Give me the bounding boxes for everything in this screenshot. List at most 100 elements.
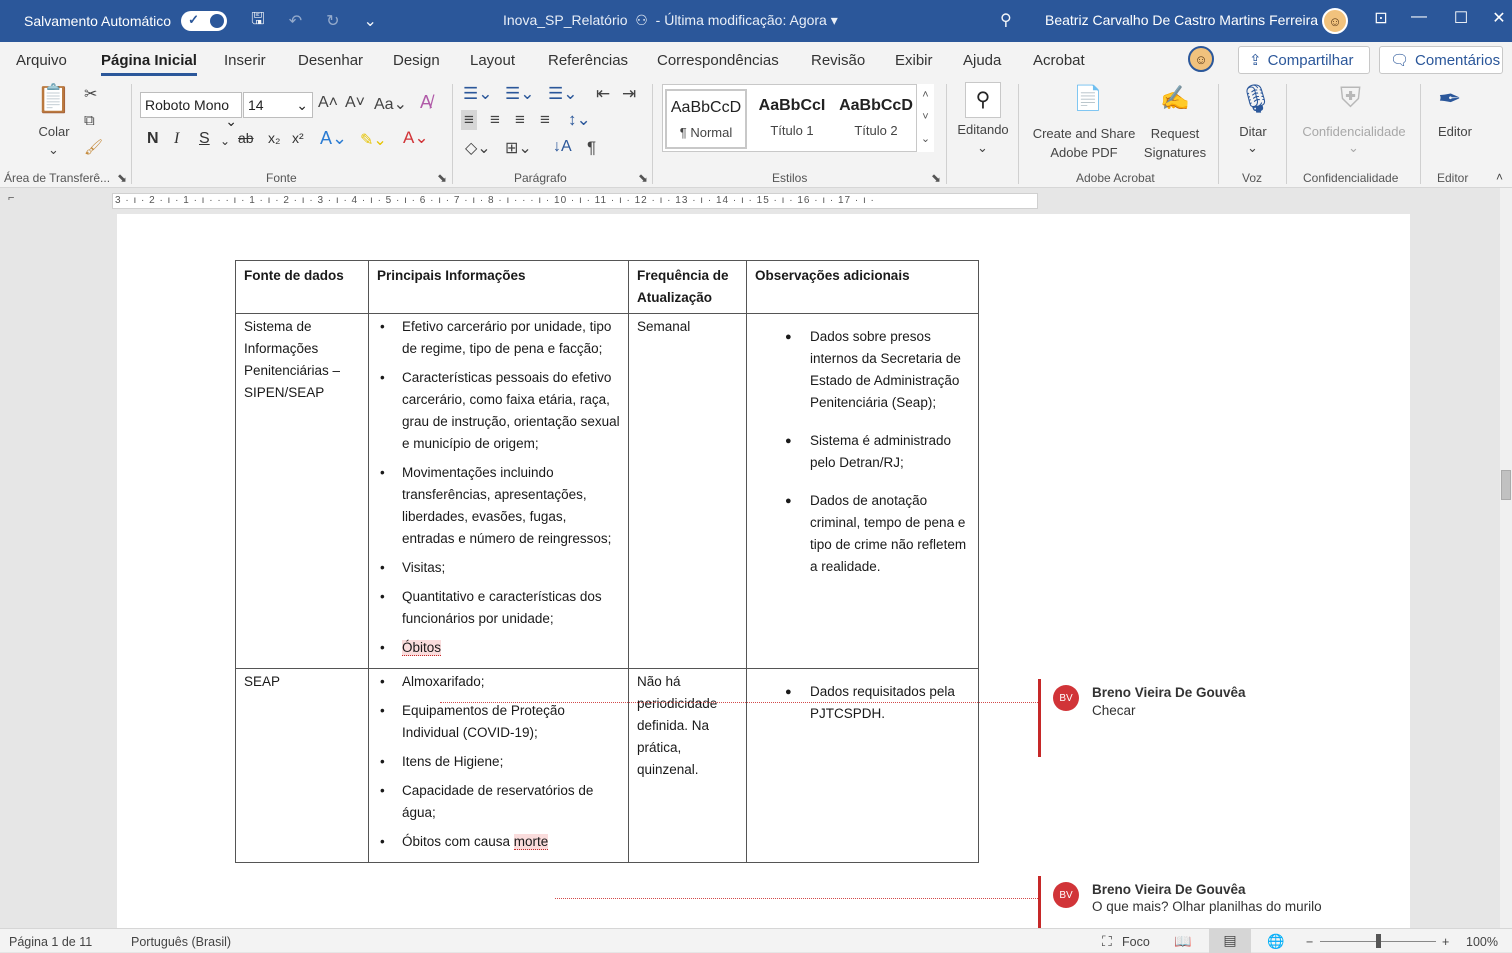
paragraph-launcher-icon[interactable]: ⬊ — [638, 171, 648, 185]
underline-icon[interactable]: S — [199, 130, 210, 148]
change-case-icon[interactable]: Aa⌄ — [374, 94, 407, 114]
line-spacing-icon[interactable]: ↕⌄ — [568, 110, 591, 130]
paste-icon[interactable]: 📋 — [36, 82, 71, 115]
align-center-icon[interactable]: ≡ — [490, 110, 500, 130]
read-mode-icon[interactable]: 📖 — [1174, 933, 1191, 950]
print-layout-icon[interactable]: ▤ — [1209, 929, 1251, 953]
cut-icon[interactable]: ✂ — [84, 84, 97, 104]
shading-icon[interactable]: ◇⌄ — [465, 138, 491, 158]
zoom-slider-thumb[interactable] — [1376, 934, 1381, 948]
paste-button[interactable]: Colar — [36, 124, 72, 139]
text-effects-icon[interactable]: A⌄ — [320, 128, 347, 149]
zoom-level[interactable]: 100% — [1466, 935, 1498, 949]
chevron-down-icon[interactable]: ⌄ — [977, 140, 988, 156]
font-color-icon[interactable]: A⌄ — [403, 128, 429, 148]
tab-correspondencias[interactable]: Correspondências — [657, 52, 779, 69]
table-cell[interactable]: Dados requisitados pela PJTCSPDH. — [746, 668, 979, 863]
editing-button[interactable]: Editando — [951, 122, 1015, 137]
table-cell[interactable]: Almoxarifado; Equipamentos de Proteção I… — [368, 668, 629, 863]
collapse-ribbon-icon[interactable]: ˄ — [1496, 170, 1503, 184]
page-count[interactable]: Página 1 de 11 — [9, 935, 92, 949]
web-layout-icon[interactable]: 🌐 — [1267, 933, 1284, 950]
comment-card[interactable]: BV Breno Vieira De Gouvêa Checar — [1038, 679, 1410, 757]
justify-icon[interactable]: ≡ — [540, 110, 550, 130]
focus-button[interactable]: Foco — [1122, 935, 1150, 949]
user-name[interactable]: Beatriz Carvalho De Castro Martins Ferre… — [1045, 12, 1318, 28]
dictate-button[interactable]: Ditar — [1234, 124, 1272, 139]
tab-referencias[interactable]: Referências — [548, 52, 628, 69]
increase-indent-icon[interactable]: ⇥ — [622, 84, 636, 104]
find-icon[interactable]: ⚲ — [965, 82, 1001, 118]
focus-icon[interactable]: ⛶ — [1102, 933, 1112, 950]
maximize-icon[interactable]: ☐ — [1446, 8, 1476, 28]
tab-ajuda[interactable]: Ajuda — [963, 52, 1001, 69]
chevron-down-icon[interactable]: ⌄ — [1247, 140, 1258, 156]
customize-toolbar-icon[interactable]: ⌄ — [364, 11, 377, 31]
language-indicator[interactable]: Português (Brasil) — [131, 935, 231, 949]
chevron-down-icon[interactable]: ⌄ — [220, 134, 230, 148]
tab-layout[interactable]: Layout — [470, 52, 515, 69]
tab-pagina-inicial[interactable]: Página Inicial — [101, 52, 197, 76]
table-cell[interactable]: Semanal — [628, 313, 747, 669]
editor-icon[interactable]: ✒ — [1438, 82, 1461, 115]
tab-acrobat[interactable]: Acrobat — [1033, 52, 1085, 69]
sort-icon[interactable]: ↓A — [553, 138, 572, 156]
numbering-icon[interactable]: ☰⌄ — [505, 84, 534, 104]
tab-design[interactable]: Design — [393, 52, 440, 69]
tab-selector-icon[interactable]: ⌐ — [8, 192, 14, 204]
request-signatures-button[interactable]: Request Signatures — [1142, 124, 1208, 162]
scrollbar-thumb[interactable] — [1501, 470, 1511, 500]
undo-icon[interactable]: ↶ — [289, 11, 302, 31]
ribbon-display-icon[interactable]: ⊡ — [1366, 8, 1396, 28]
font-launcher-icon[interactable]: ⬊ — [437, 171, 447, 185]
show-marks-icon[interactable]: ¶ — [587, 138, 596, 158]
page[interactable]: Fonte de dados Principais Informações Fr… — [117, 214, 1038, 928]
minimize-icon[interactable]: — — [1404, 8, 1434, 26]
styles-scroll[interactable]: ˄ ˅ ⌄ — [916, 84, 934, 152]
tab-desenhar[interactable]: Desenhar — [298, 52, 363, 69]
editor-button[interactable]: Editor — [1432, 124, 1478, 139]
styles-launcher-icon[interactable]: ⬊ — [931, 171, 941, 185]
user-avatar[interactable]: ☺ — [1322, 8, 1348, 34]
copy-icon[interactable]: ⧉ — [84, 112, 95, 129]
bold-icon[interactable]: N — [147, 130, 159, 148]
italic-icon[interactable]: I — [174, 130, 179, 148]
align-right-icon[interactable]: ≡ — [515, 110, 525, 130]
clear-formatting-icon[interactable]: A̸ — [420, 92, 432, 113]
commented-text[interactable]: morte — [513, 834, 549, 850]
font-size-select[interactable]: 14 ⌄ — [243, 92, 313, 118]
document-title-area[interactable]: Inova_SP_Relatório ⚇ - Última modificaçã… — [503, 12, 838, 29]
style-normal[interactable]: AaBbCcD ¶ Normal — [665, 89, 747, 149]
data-table[interactable]: Fonte de dados Principais Informações Fr… — [235, 260, 979, 863]
borders-icon[interactable]: ⊞⌄ — [505, 138, 532, 158]
grow-font-icon[interactable]: A˄ — [318, 94, 338, 112]
bullets-icon[interactable]: ☰⌄ — [463, 84, 492, 104]
commented-text[interactable]: Óbitos — [402, 640, 442, 656]
table-cell[interactable]: Efetivo carcerário por unidade, tipo de … — [368, 313, 629, 669]
style-titulo-2[interactable]: AaBbCcD Título 2 — [835, 89, 917, 149]
highlight-color-icon[interactable]: ✎⌄ — [360, 130, 387, 150]
comments-button[interactable]: 🗨 Comentários — [1379, 46, 1503, 74]
comment-card[interactable]: BV Breno Vieira De Gouvêa O que mais? Ol… — [1038, 876, 1410, 928]
font-name-select[interactable]: Roboto Mono ⌄ — [140, 92, 242, 129]
clipboard-launcher-icon[interactable]: ⬊ — [117, 171, 127, 185]
tab-arquivo[interactable]: Arquivo — [16, 52, 67, 69]
autosave-toggle[interactable]: ✓ — [181, 11, 228, 31]
table-cell[interactable]: Sistema de Informações Penitenciárias – … — [235, 313, 369, 669]
coauthor-avatar[interactable]: ☺ — [1188, 46, 1214, 72]
confidentiality-button[interactable]: Confidencialidade — [1294, 124, 1414, 139]
subscript-icon[interactable]: x₂ — [268, 130, 280, 146]
superscript-icon[interactable]: x² — [292, 130, 304, 146]
microphone-icon[interactable]: 🎙 — [1238, 82, 1274, 115]
strikethrough-icon[interactable]: ab — [238, 130, 254, 146]
redo-icon[interactable]: ↻ — [326, 11, 339, 31]
paste-chevron-icon[interactable]: ⌄ — [48, 142, 59, 158]
save-icon[interactable]: 🖫 — [251, 8, 265, 35]
table-cell[interactable]: Não há periodicidade definida. Na prátic… — [628, 668, 747, 863]
create-pdf-button[interactable]: Create and Share Adobe PDF — [1026, 124, 1142, 162]
shrink-font-icon[interactable]: A˅ — [345, 94, 365, 112]
format-painter-icon[interactable]: 🖌 — [84, 138, 103, 156]
multilevel-list-icon[interactable]: ☰⌄ — [548, 84, 577, 104]
align-left-icon[interactable]: ≡ — [461, 110, 477, 130]
table-cell[interactable]: Dados sobre presos internos da Secretari… — [746, 313, 979, 669]
